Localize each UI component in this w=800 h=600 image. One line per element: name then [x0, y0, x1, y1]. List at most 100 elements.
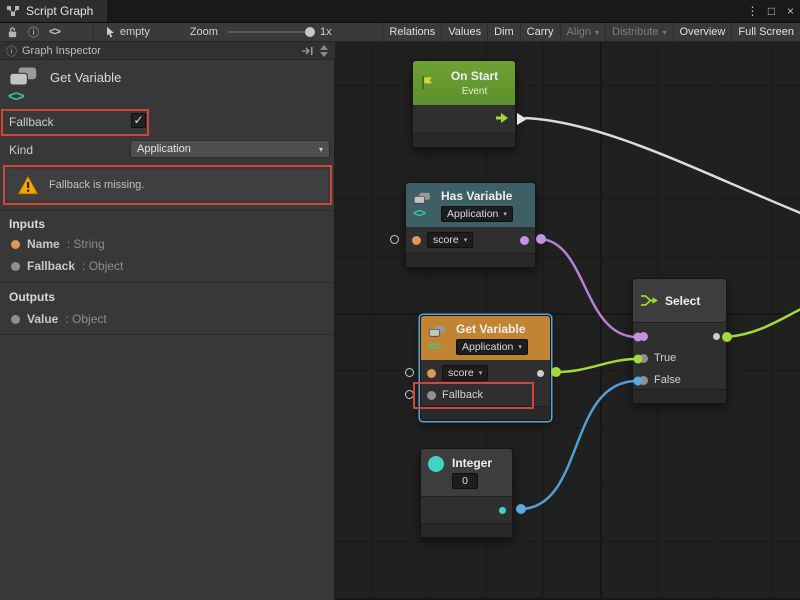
bool-output-port[interactable]: [520, 236, 529, 245]
connection-wires: [335, 42, 800, 600]
script-graph-window: Script Graph ⋮ □ × ⓘ <> empty Zoom 1x Re…: [0, 0, 800, 600]
select-icon: [640, 293, 659, 308]
selection-pointer-icon: [100, 23, 117, 41]
fallback-checkbox[interactable]: ✓: [131, 113, 146, 128]
info-icon: ⓘ: [6, 43, 17, 59]
divider: [0, 334, 335, 335]
kind-dropdown-value: Application: [137, 143, 191, 155]
selection-status: empty: [120, 26, 150, 38]
input-row-name: Name : String: [11, 237, 105, 251]
inspector-scroll-arrows[interactable]: [320, 45, 329, 57]
unconnected-port-ring[interactable]: [405, 368, 414, 377]
wire-select-output: [727, 308, 800, 337]
relations-button[interactable]: Relations: [382, 23, 441, 41]
zoom-slider-knob[interactable]: [305, 27, 315, 37]
node-select[interactable]: Select True False: [632, 278, 727, 404]
window-controls: ⋮ □ ×: [743, 0, 800, 22]
zoom-label: Zoom: [190, 26, 218, 38]
title-bar: Script Graph ⋮ □ ×: [0, 0, 800, 22]
close-icon[interactable]: ×: [781, 0, 800, 22]
input-row-fallback: Fallback : Object: [11, 259, 123, 273]
variable-brackets-icon: <>: [8, 88, 24, 105]
unit-title: Get Variable: [50, 70, 121, 106]
integer-value-input[interactable]: 0: [452, 473, 478, 489]
lock-icon[interactable]: [2, 23, 23, 41]
window-menu-icon[interactable]: ⋮: [743, 0, 762, 22]
outputs-header: Outputs: [9, 290, 55, 304]
chevron-down-icon: ▾: [479, 369, 483, 377]
kind-dropdown[interactable]: Application ▾: [130, 140, 330, 158]
full-screen-button[interactable]: Full Screen: [731, 23, 800, 41]
wire-true-value: [556, 359, 637, 372]
toolbar-buttons: Relations Values Dim Carry Align▾ Distri…: [382, 23, 800, 41]
score-variable-dropdown[interactable]: score ▾: [442, 365, 488, 381]
node-on-start[interactable]: On Start Event: [412, 60, 516, 148]
graph-canvas[interactable]: On Start Event: [335, 42, 800, 600]
chevron-down-icon: ▾: [464, 236, 468, 244]
fallback-port[interactable]: [427, 391, 436, 400]
selection-output-port[interactable]: [713, 333, 720, 340]
output-row-value: Value : Object: [11, 312, 107, 326]
false-port-label: False: [654, 374, 681, 386]
dim-button[interactable]: Dim: [487, 23, 520, 41]
values-button[interactable]: Values: [441, 23, 487, 41]
check-icon: ✓: [133, 113, 143, 127]
fallback-field-label: Fallback: [9, 115, 54, 129]
variables-icon: [413, 192, 431, 205]
unconnected-port-ring[interactable]: [405, 390, 414, 399]
false-port[interactable]: [639, 376, 648, 385]
info-icon[interactable]: ⓘ: [23, 23, 44, 41]
warning-icon: [17, 175, 39, 195]
divider: [0, 210, 335, 211]
flag-icon: [420, 75, 435, 91]
inputs-header: Inputs: [9, 217, 45, 231]
variable-brackets-icon: <>: [428, 340, 440, 352]
main-area: ⓘ Graph Inspector <> Get Variable Fallba…: [0, 42, 800, 600]
distribute-button[interactable]: Distribute▾: [605, 23, 672, 41]
chevron-down-icon: ▾: [518, 343, 522, 351]
object-port-icon: [11, 262, 20, 271]
chevron-down-icon: ▾: [319, 145, 323, 154]
divider: [0, 282, 335, 283]
variable-brackets-icon: <>: [413, 207, 425, 219]
node-get-variable[interactable]: <> Get Variable Application ▾: [420, 315, 551, 421]
kind-field-label: Kind: [9, 143, 33, 157]
toolbar-divider: [93, 26, 94, 39]
integer-output-port[interactable]: [499, 507, 506, 514]
zoom-slider[interactable]: [227, 31, 311, 33]
maximize-icon[interactable]: □: [762, 0, 781, 22]
unit-header: <> Get Variable: [8, 66, 121, 106]
tab-script-graph[interactable]: Script Graph: [0, 0, 107, 22]
node-integer[interactable]: Integer 0: [420, 448, 513, 538]
graph-inspector-header: ⓘ Graph Inspector: [0, 42, 335, 60]
align-button[interactable]: Align▾: [560, 23, 605, 41]
value-output-port[interactable]: [537, 370, 544, 377]
condition-port[interactable]: [639, 332, 648, 341]
warning-box: Fallback is missing.: [7, 169, 328, 201]
overview-button[interactable]: Overview: [673, 23, 732, 41]
score-variable-dropdown[interactable]: score ▾: [427, 232, 473, 248]
graph-inspector-title: Graph Inspector: [22, 45, 101, 57]
kind-dropdown[interactable]: Application ▾: [441, 206, 513, 222]
name-port[interactable]: [427, 369, 436, 378]
chevron-down-icon: ▾: [503, 210, 507, 218]
warning-text: Fallback is missing.: [49, 179, 144, 191]
dock-panel-icon[interactable]: [301, 46, 314, 56]
object-port-icon: [11, 315, 20, 324]
true-port[interactable]: [639, 354, 648, 363]
graph-inspector-panel: ⓘ Graph Inspector <> Get Variable Fallba…: [0, 42, 335, 600]
node-has-variable[interactable]: <> Has Variable Application ▾: [405, 182, 536, 268]
code-preview-icon[interactable]: <>: [44, 23, 65, 41]
kind-dropdown[interactable]: Application ▾: [456, 339, 528, 355]
flow-output-port[interactable]: [495, 112, 509, 127]
tab-title: Script Graph: [26, 4, 93, 18]
variables-icon: [428, 325, 446, 338]
true-port-label: True: [654, 352, 676, 364]
name-port[interactable]: [412, 236, 421, 245]
flow-connection-triangle[interactable]: [517, 113, 527, 125]
unconnected-port-ring[interactable]: [390, 235, 399, 244]
string-port-icon: [11, 240, 20, 249]
carry-button[interactable]: Carry: [520, 23, 560, 41]
wire-condition: [540, 239, 637, 337]
script-graph-icon: [6, 5, 20, 17]
